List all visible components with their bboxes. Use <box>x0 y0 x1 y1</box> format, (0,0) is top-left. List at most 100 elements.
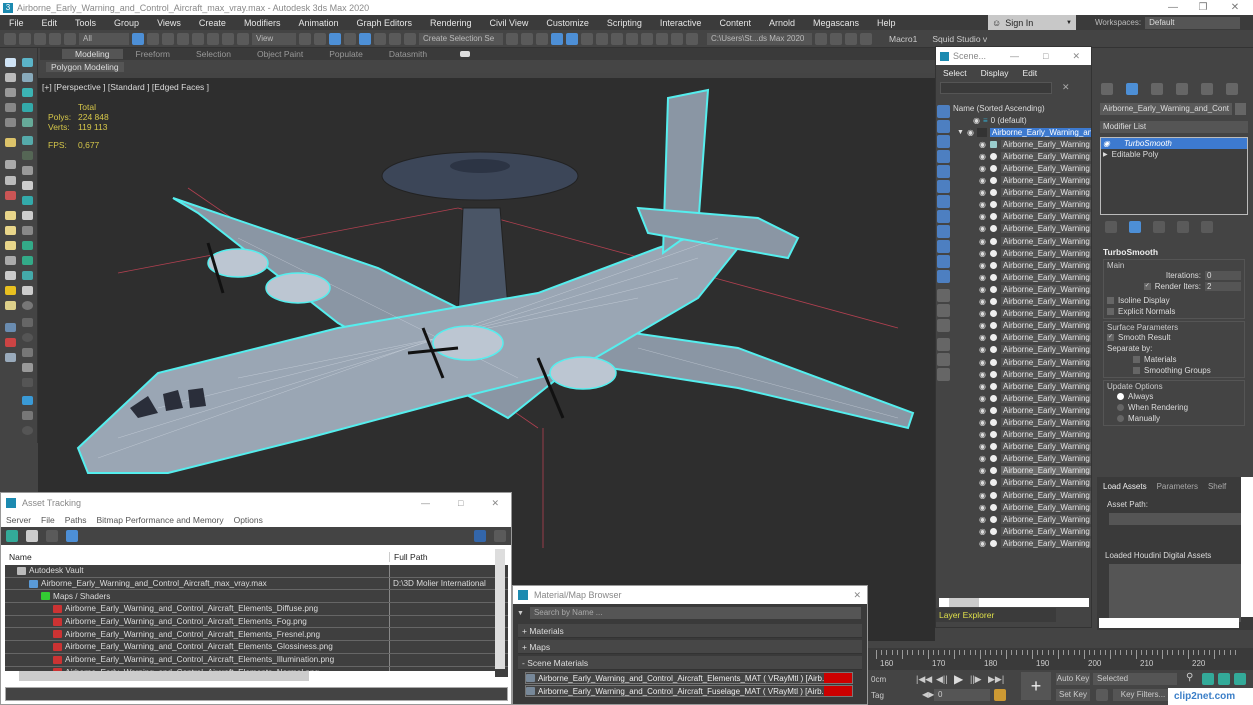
close-button[interactable]: ✕ <box>1072 51 1080 62</box>
maximize-button[interactable]: □ <box>1043 51 1048 61</box>
eye-icon[interactable]: ◉ <box>979 394 989 403</box>
set-key-button[interactable]: Set Key <box>1056 689 1090 701</box>
display-geometry-icon[interactable] <box>937 105 950 118</box>
display-particles-icon[interactable] <box>937 255 950 268</box>
eye-icon[interactable]: ◉ <box>979 478 989 487</box>
eye-icon[interactable]: ◉ <box>979 237 989 246</box>
material-search-input[interactable]: Search by Name ... <box>529 607 861 619</box>
curve-editor-icon[interactable] <box>581 32 593 45</box>
scene-materials-section[interactable]: - Scene Materials <box>518 656 862 670</box>
rotate-icon[interactable] <box>207 32 219 45</box>
omni-light-icon[interactable] <box>5 241 16 250</box>
scene-object-row[interactable]: ◉ Airborne_Early_Warning <box>953 429 1091 441</box>
table-view-icon[interactable] <box>66 530 78 542</box>
thumbnail-view-icon[interactable] <box>46 530 58 542</box>
tab-modeling[interactable]: Modeling <box>62 49 123 59</box>
box-icon[interactable] <box>22 58 33 67</box>
materials-checkbox[interactable] <box>1133 356 1140 363</box>
eye-icon[interactable]: ◉ <box>979 224 989 233</box>
disc-light-icon[interactable] <box>5 226 16 235</box>
menu-graph-editors[interactable]: Graph Editors <box>347 18 421 28</box>
scene-object-row[interactable]: ◉ Airborne_Early_Warning <box>953 223 1091 235</box>
set-key-big-button[interactable]: + <box>1021 672 1051 700</box>
rendered-frame-window-icon[interactable] <box>641 32 653 45</box>
menu-file[interactable]: File <box>36 515 60 525</box>
toggle-ribbon-icon[interactable] <box>566 32 578 45</box>
eye-icon[interactable]: ◉ <box>979 297 989 306</box>
modifier-editable-poly[interactable]: ▶ Editable Poly <box>1101 149 1247 160</box>
scene-object-row[interactable]: ◉ Airborne_Early_Warning <box>953 501 1091 513</box>
menu-server[interactable]: Server <box>1 515 36 525</box>
menu-create[interactable]: Create <box>190 18 235 28</box>
camera-target-icon[interactable] <box>22 136 33 145</box>
motion-tab-icon[interactable] <box>1176 83 1188 95</box>
eye-icon[interactable]: ◉ <box>979 261 989 270</box>
funnel-icon[interactable] <box>937 353 950 366</box>
scene-object-row[interactable]: ◉ Airborne_Early_Warning <box>953 537 1091 549</box>
eye-icon[interactable]: ◉ <box>1103 139 1110 148</box>
toggle-scene-explorer-icon[interactable] <box>536 32 548 45</box>
render-iters-spinner[interactable]: 2 <box>1205 282 1241 291</box>
plane-icon[interactable] <box>22 73 33 82</box>
dome-light-icon[interactable] <box>22 196 33 205</box>
tab-datasmith[interactable]: Datasmith <box>376 49 440 59</box>
scene-object-row[interactable]: ◉ Airborne_Early_Warning <box>953 513 1091 525</box>
angle-snap-icon[interactable] <box>359 32 371 45</box>
table-icon[interactable] <box>5 118 16 127</box>
selection-set-icon[interactable] <box>937 368 950 381</box>
project-folder-icon[interactable] <box>860 32 872 45</box>
display-cameras-icon[interactable] <box>937 150 950 163</box>
open-project-icon[interactable] <box>815 32 827 45</box>
redo-icon[interactable] <box>19 32 31 45</box>
percent-snap-icon[interactable] <box>374 32 386 45</box>
display-space-warps-icon[interactable] <box>937 180 950 193</box>
display-shapes-icon[interactable] <box>937 120 950 133</box>
cross-icon[interactable] <box>22 378 33 387</box>
macro-button[interactable]: Macro1 <box>889 34 917 44</box>
tab-selection[interactable]: Selection <box>183 49 244 59</box>
eye-icon[interactable]: ◉ <box>979 358 989 367</box>
cone-icon[interactable] <box>22 118 33 127</box>
expand-arrow-icon[interactable]: ▶ <box>1103 151 1108 158</box>
modify-tab-icon[interactable] <box>1126 83 1138 95</box>
scene-object-row[interactable]: ◉ Airborne_Early_Warning <box>953 138 1091 150</box>
menu-interactive[interactable]: Interactive <box>651 18 711 28</box>
eye-icon[interactable]: ◉ <box>979 345 989 354</box>
modifier-list-dropdown[interactable]: Modifier List <box>1100 121 1248 133</box>
project-folder-dropdown[interactable]: C:\Users\St...ds Max 2020 <box>707 32 812 45</box>
menu-help[interactable]: Help <box>868 18 905 28</box>
menu-paths[interactable]: Paths <box>60 515 92 525</box>
eye-icon[interactable]: ◉ <box>979 285 989 294</box>
scene-object-row[interactable]: ◉ Airborne_Early_Warning <box>953 525 1091 537</box>
squid-studio-button[interactable]: Squid Studio v <box>932 34 987 44</box>
eye-icon[interactable]: ◉ <box>979 140 989 149</box>
scene-object-row[interactable]: ◉ Airborne_Early_Warning <box>953 332 1091 344</box>
scene-object-row[interactable]: ◉ Airborne_Early_Warning <box>953 441 1091 453</box>
menu-bitmap-performance[interactable]: Bitmap Performance and Memory <box>92 515 229 525</box>
eye-icon[interactable]: ◉ <box>979 454 989 463</box>
eye-icon[interactable]: ◉ <box>979 466 989 475</box>
asset-row[interactable]: Autodesk Vault <box>5 565 508 578</box>
set-project-icon[interactable] <box>845 32 857 45</box>
restore-button[interactable]: ❐ <box>1188 0 1218 15</box>
tab-parameters[interactable]: Parameters <box>1157 482 1198 491</box>
particles-icon[interactable] <box>5 191 16 200</box>
eye-icon[interactable]: ◉ <box>979 249 989 258</box>
reference-coordinate-dropdown[interactable]: View <box>252 32 296 45</box>
list-view-icon[interactable] <box>26 530 38 542</box>
iterations-spinner[interactable]: 0 <box>1205 271 1241 280</box>
asset-row[interactable]: Airborne_Early_Warning_and_Control_Aircr… <box>5 641 508 654</box>
snaps-toggle-icon[interactable] <box>344 32 356 45</box>
when-rendering-radio[interactable] <box>1117 404 1124 411</box>
materials-section[interactable]: + Materials <box>518 624 862 638</box>
eye-icon[interactable]: ◉ <box>979 309 989 318</box>
eye-icon[interactable]: ◉ <box>979 418 989 427</box>
menu-megascans[interactable]: Megascans <box>804 18 868 28</box>
scene-object-row[interactable]: ◉ Airborne_Early_Warning <box>953 380 1091 392</box>
asset-row[interactable]: Airborne_Early_Warning_and_Control_Aircr… <box>5 577 508 591</box>
go-to-end-icon[interactable]: ▶▶| <box>988 674 1004 685</box>
rectangular-selection-icon[interactable] <box>162 32 174 45</box>
clear-search-icon[interactable]: ✕ <box>1062 82 1070 93</box>
eye-icon[interactable]: ◉ <box>979 406 989 415</box>
houdini-horizontal-scrollbar[interactable] <box>1099 618 1239 628</box>
